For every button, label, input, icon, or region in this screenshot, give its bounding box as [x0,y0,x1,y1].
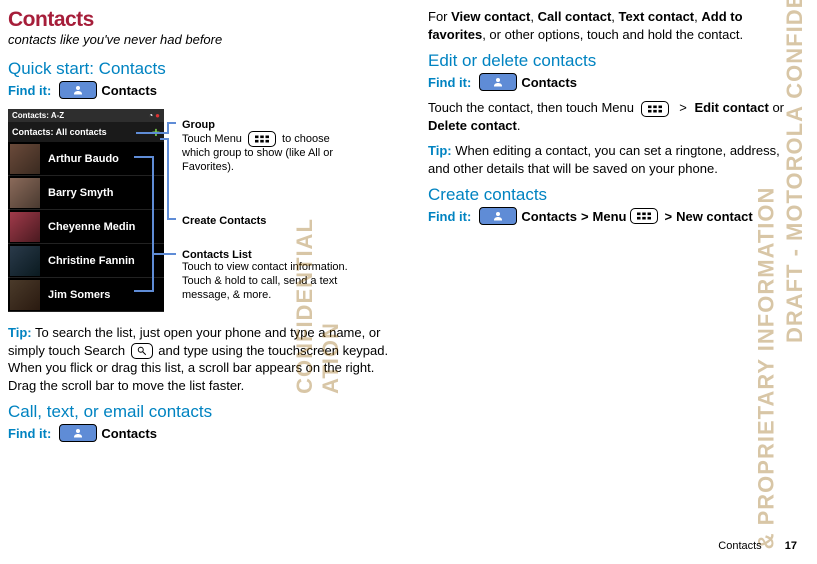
ann-text: Touch Menu [182,133,245,145]
contact-row[interactable]: Cheyenne Medin [8,210,164,244]
contact-name: Christine Fannin [42,255,135,267]
call-heading: Call, text, or email contacts [8,402,398,422]
contacts-icon [479,207,517,225]
text-bold: Text contact [619,9,695,24]
text-bold: Delete contact [428,118,517,133]
create-heading: Create contacts [428,185,797,205]
contact-row[interactable]: Barry Smyth [8,176,164,210]
annotation-create: Create Contacts [182,215,332,227]
avatar [10,178,40,208]
text-bold: Edit contact [694,100,768,115]
contacts-icon [59,81,97,99]
page-footer: Contacts 17 [718,540,797,552]
findit-after: Contacts [521,75,577,90]
gt-separator: > [665,209,673,224]
clock-icon: ◔ [148,111,153,120]
avatar [10,144,40,174]
annotation-list: Contacts List Touch to view contact info… [182,249,352,302]
findit-label: Find it: [428,209,471,224]
footer-section: Contacts [718,540,761,552]
edit-heading: Edit or delete contacts [428,51,797,71]
phone-screenshot: Contacts: A-Z ◔ ● Contacts: All contacts… [8,109,164,312]
gt-separator: > [581,209,589,224]
avatar [10,246,40,276]
text: When editing a contact, you can set a ri… [428,143,780,176]
text: For [428,9,451,24]
right-top-paragraph: For View contact, Call contact, Text con… [428,8,797,43]
findit-label: Find it: [8,83,51,98]
contacts-icon [59,424,97,442]
findit-after: Contacts [101,426,157,441]
gt-separator: > [679,100,687,115]
findit-after: Contacts [101,83,157,98]
avatar [10,212,40,242]
tip-label: Tip: [8,325,32,340]
page-title: Contacts [8,8,398,32]
text-bold: Call contact [538,9,612,24]
findit-label: Find it: [428,75,471,90]
phone-screenshot-wrap: Contacts: A-Z ◔ ● Contacts: All contacts… [8,109,398,312]
text: , [611,9,618,24]
text-bold: New contact [676,209,753,224]
status-icons: ◔ ● [148,111,160,120]
tip-label: Tip: [428,143,452,158]
menu-key-icon [641,101,669,117]
text: Menu [593,209,627,224]
text: , [530,9,537,24]
footer-page-number: 17 [785,540,797,552]
status-bar: Contacts: A-Z ◔ ● [8,109,164,122]
menu-key-icon [248,131,276,147]
group-header-label: Contacts: All contacts [12,127,107,137]
annotation-title: Group [182,119,352,131]
status-title: Contacts: A-Z [12,111,64,120]
add-contact-icon[interactable]: + [152,125,160,139]
findit-row: Find it: Contacts [8,81,398,99]
findit-row: Find it: Contacts [8,424,398,442]
edit-tip-paragraph: Tip: When editing a contact, you can set… [428,142,797,177]
group-header[interactable]: Contacts: All contacts + [8,122,164,142]
text-bold: View contact [451,9,530,24]
annotation-group: Group Touch Menu to choose which group t… [182,119,352,175]
contacts-icon [479,73,517,91]
menu-key-icon [630,208,658,224]
contact-name: Arthur Baudo [42,153,119,165]
contact-row[interactable]: Jim Somers [8,278,164,312]
contact-name: Barry Smyth [42,187,113,199]
findit-after: Contacts [521,209,577,224]
page-subtitle: contacts like you've never had before [8,32,398,47]
tip-paragraph: Tip: To search the list, just open your … [8,324,398,394]
avatar [10,280,40,310]
contact-row[interactable]: Arthur Baudo [8,142,164,176]
search-key-icon [131,343,153,359]
annotation-title: Create Contacts [182,215,332,227]
text: Touch the contact, then touch Menu [428,100,638,115]
findit-label: Find it: [8,426,51,441]
annotation-body: Touch Menu to choose which group to show… [182,131,352,175]
contact-row[interactable]: Christine Fannin [8,244,164,278]
findit-row: Find it: Contacts > Menu > New contact [428,207,797,225]
quickstart-heading: Quick start: Contacts [8,59,398,79]
annotation-title: Contacts List [182,249,352,261]
contact-name: Jim Somers [42,289,110,301]
edit-paragraph: Touch the contact, then touch Menu > Edi… [428,99,797,134]
annotation-body: Touch to view contact information. Touch… [182,261,352,302]
text: , or other options, touch and hold the c… [482,27,743,42]
text: or [769,100,784,115]
contact-name: Cheyenne Medin [42,221,135,233]
battery-icon: ● [155,111,160,120]
findit-row: Find it: Contacts [428,73,797,91]
